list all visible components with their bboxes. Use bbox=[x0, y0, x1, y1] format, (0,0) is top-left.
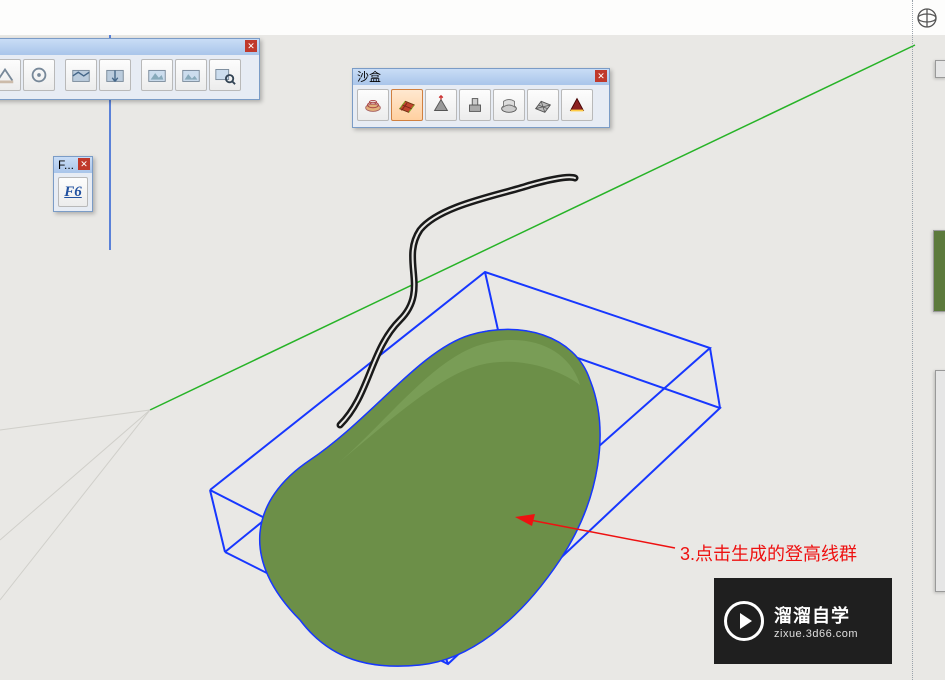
add-detail-icon[interactable] bbox=[527, 89, 559, 121]
right-divider bbox=[912, 0, 915, 680]
panel-trunc-mid bbox=[933, 230, 945, 312]
play-icon bbox=[724, 601, 764, 641]
panel-trunc-bot bbox=[935, 370, 945, 592]
project-textures-icon[interactable] bbox=[65, 59, 97, 91]
new-matched-photo-icon[interactable] bbox=[0, 59, 21, 91]
watermark-brand: 溜溜自学 bbox=[774, 602, 858, 628]
panel-trunc-top bbox=[935, 60, 945, 78]
photo-2-icon[interactable] bbox=[175, 59, 207, 91]
from-contours-icon[interactable] bbox=[357, 89, 389, 121]
watermark-url: zixue.3d66.com bbox=[774, 628, 858, 640]
smoove-icon[interactable] bbox=[425, 89, 457, 121]
watermark: 溜溜自学 zixue.3d66.com bbox=[714, 578, 892, 664]
close-icon[interactable]: ✕ bbox=[245, 40, 257, 52]
photo-1-icon[interactable] bbox=[141, 59, 173, 91]
close-icon[interactable]: ✕ bbox=[595, 70, 607, 82]
annotation-text: 3.点击生成的登高线群 bbox=[680, 540, 857, 566]
close-icon[interactable]: ✕ bbox=[78, 158, 90, 170]
f6-button[interactable]: F6 bbox=[58, 177, 88, 207]
zoom-photo-icon[interactable] bbox=[209, 59, 241, 91]
stamp-icon[interactable] bbox=[459, 89, 491, 121]
sandbox-title-text: 沙盒 bbox=[357, 70, 381, 84]
flip-edge-icon[interactable] bbox=[561, 89, 593, 121]
f6-title-text: F... bbox=[58, 158, 74, 172]
from-scratch-icon[interactable] bbox=[391, 89, 423, 121]
f6-toolbar: F... ✕ F6 bbox=[53, 156, 93, 212]
f6-title: F... ✕ bbox=[54, 157, 92, 173]
sandbox-toolbar: 沙盒 ✕ bbox=[352, 68, 610, 128]
orbit-icon[interactable] bbox=[915, 6, 939, 30]
project-photo-icon[interactable] bbox=[99, 59, 131, 91]
drape-icon[interactable] bbox=[493, 89, 525, 121]
capturing-toolbar: pturing ✕ bbox=[0, 38, 260, 100]
edit-matched-photo-icon[interactable] bbox=[23, 59, 55, 91]
sandbox-title: 沙盒 ✕ bbox=[353, 69, 609, 85]
capturing-title: pturing ✕ bbox=[0, 39, 259, 55]
